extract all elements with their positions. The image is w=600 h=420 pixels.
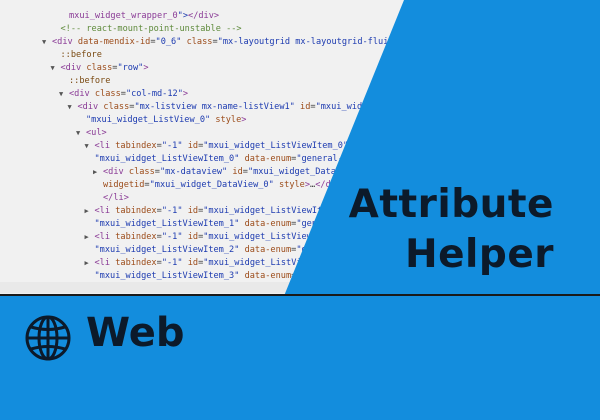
hero-title-line-1: Attribute bbox=[348, 182, 554, 227]
category-label: Web bbox=[86, 310, 185, 356]
hero-title-line-2: Helper bbox=[404, 232, 554, 277]
globe-icon bbox=[25, 315, 71, 361]
